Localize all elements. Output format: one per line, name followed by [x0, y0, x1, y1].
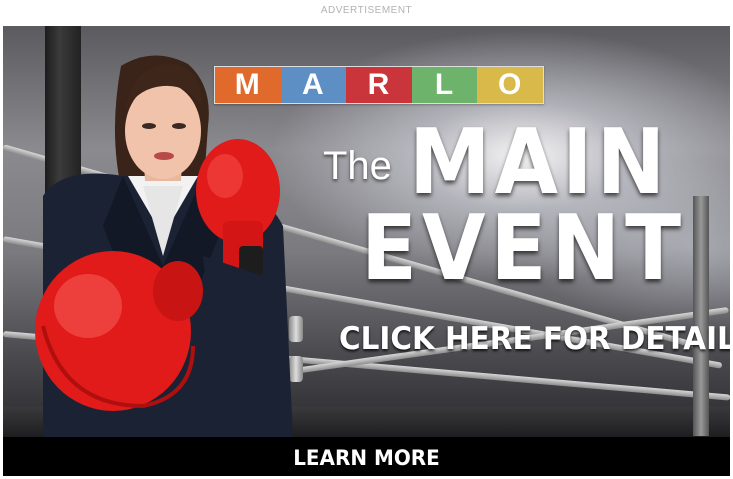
- click-here-for-details-link[interactable]: CLICK HERE FOR DETAILS: [339, 321, 730, 357]
- logo-letter: O: [477, 67, 543, 103]
- learn-more-label: LEARN MORE: [293, 446, 440, 470]
- marlo-logo: M A R L O: [214, 66, 544, 104]
- logo-letter: A: [280, 67, 347, 103]
- logo-letter: M: [215, 67, 281, 103]
- headline-main: MAIN: [409, 110, 670, 215]
- headline-event: EVENT: [361, 196, 687, 301]
- ad-creative[interactable]: M A R L O The MAIN EVENT CLICK HERE FOR …: [3, 26, 730, 437]
- advertisement-label: ADVERTISEMENT: [320, 5, 413, 16]
- learn-more-button[interactable]: LEARN MORE: [3, 437, 730, 476]
- ad-label-bar: ADVERTISEMENT: [0, 0, 733, 24]
- ring-post-right: [693, 196, 709, 436]
- logo-letter: L: [411, 67, 478, 103]
- logo-letter: R: [346, 67, 412, 103]
- headline-prefix: The: [323, 144, 392, 188]
